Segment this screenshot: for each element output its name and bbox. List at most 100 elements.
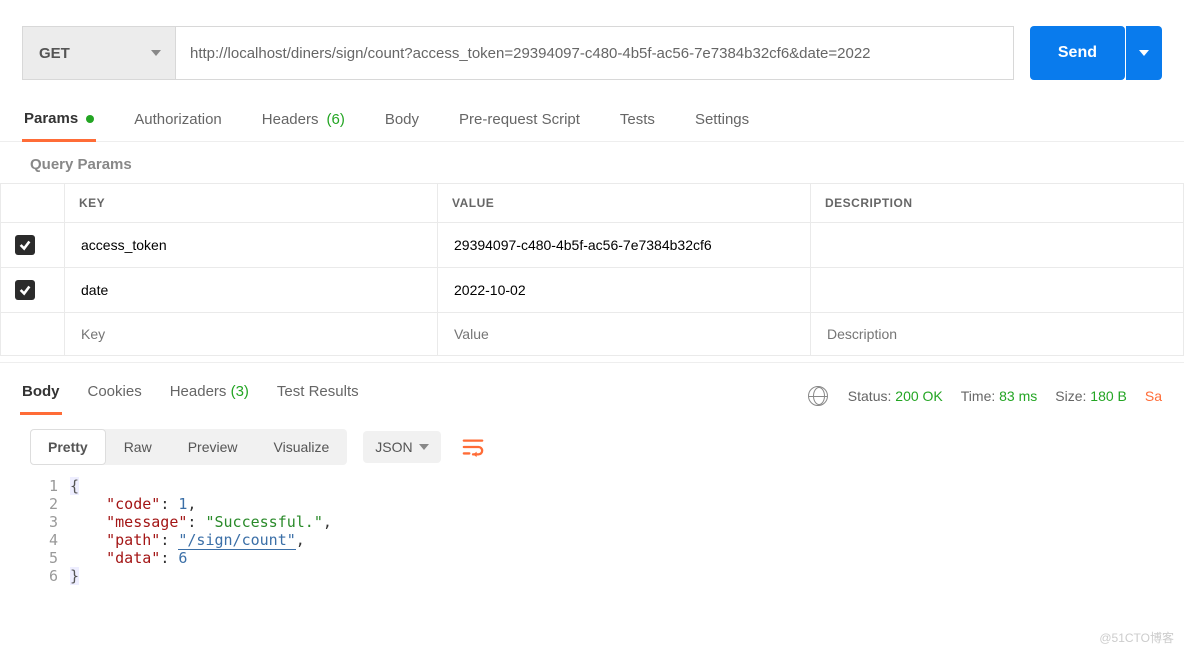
param-key-input[interactable] [79,236,423,254]
param-key-input[interactable] [79,325,423,343]
json-comma: , [187,495,196,513]
request-tabs: Params Authorization Headers (6) Body Pr… [0,92,1184,142]
json-colon: : [160,549,178,567]
tab-params[interactable]: Params [22,100,96,142]
resp-tab-headers[interactable]: Headers (3) [168,377,251,415]
col-description: DESCRIPTION [811,184,1184,223]
url-input[interactable] [176,26,1014,80]
line-number: 1 [40,477,70,495]
view-raw[interactable]: Raw [106,429,170,465]
row-checkbox[interactable] [15,235,35,255]
tab-settings[interactable]: Settings [693,100,751,141]
json-comma: , [296,531,305,549]
resp-tab-cookies[interactable]: Cookies [86,377,144,415]
brace-open: { [70,477,79,495]
json-colon: : [160,531,178,549]
query-params-title: Query Params [0,142,1184,183]
tab-pre-request-label: Pre-request Script [459,111,580,128]
tab-tests[interactable]: Tests [618,100,657,141]
save-response-button[interactable]: Sa [1145,388,1164,404]
send-button-label: Send [1058,44,1097,62]
json-key: "path" [106,531,160,549]
http-method-value: GET [39,45,70,62]
line-number: 3 [40,513,70,531]
line-number: 6 [40,567,70,585]
json-value: "Successful." [205,513,322,531]
status-label: Status: [848,388,892,404]
col-value: VALUE [438,184,811,223]
tab-headers-label: Headers [262,111,319,128]
param-description-input[interactable] [825,325,1169,343]
response-tabs: Body Cookies Headers (3) Test Results [20,377,808,415]
query-params-table: KEY VALUE DESCRIPTION [0,183,1184,356]
check-icon [18,238,32,252]
json-key: "code" [106,495,160,513]
line-number: 2 [40,495,70,513]
tab-headers[interactable]: Headers (6) [260,100,347,141]
param-key-input[interactable] [79,281,423,299]
wrap-lines-icon [462,437,484,457]
response-format-select[interactable]: JSON [363,431,440,463]
time-value: 83 ms [999,388,1037,404]
chevron-down-icon [151,50,161,56]
table-row [1,223,1184,268]
view-pretty[interactable]: Pretty [30,429,106,465]
param-value-input[interactable] [452,236,796,254]
view-preview[interactable]: Preview [170,429,256,465]
json-colon: : [160,495,178,513]
size-meta: Size: 180 B [1055,388,1127,404]
http-method-select[interactable]: GET [22,26,176,80]
size-value: 180 B [1090,388,1127,404]
resp-tab-body-label: Body [22,383,60,400]
row-checkbox[interactable] [15,280,35,300]
json-comma: , [323,513,332,531]
json-key: "data" [106,549,160,567]
modified-dot-icon [86,115,94,123]
tab-body-label: Body [385,111,419,128]
tab-tests-label: Tests [620,111,655,128]
view-visualize[interactable]: Visualize [256,429,348,465]
tab-params-label: Params [24,110,78,127]
view-mode-segment: Pretty Raw Preview Visualize [30,429,347,465]
status-value: 200 OK [895,388,942,404]
wrap-lines-button[interactable] [459,433,487,461]
check-icon [18,283,32,297]
resp-tab-cookies-label: Cookies [88,383,142,400]
line-number: 4 [40,531,70,549]
resp-tab-body[interactable]: Body [20,377,62,415]
tab-authorization-label: Authorization [134,111,222,128]
tab-body[interactable]: Body [383,100,421,141]
globe-icon[interactable] [808,386,828,406]
param-value-input[interactable] [452,325,796,343]
resp-tab-test-results[interactable]: Test Results [275,377,361,415]
table-row-new [1,313,1184,356]
send-dropdown[interactable] [1126,26,1162,80]
param-description-input[interactable] [825,236,1169,254]
response-body[interactable]: 1{ 2 "code": 1, 3 "message": "Successful… [0,469,1184,603]
tab-headers-count: (6) [326,111,344,128]
table-row [1,268,1184,313]
tab-pre-request[interactable]: Pre-request Script [457,100,582,141]
line-number: 5 [40,549,70,567]
json-value: 6 [178,549,187,567]
resp-tab-headers-count: (3) [231,383,249,400]
response-format-value: JSON [375,439,412,455]
resp-tab-test-results-label: Test Results [277,383,359,400]
chevron-down-icon [1139,50,1149,56]
resp-tab-headers-label: Headers [170,383,227,400]
json-key: "message" [106,513,187,531]
chevron-down-icon [419,444,429,450]
size-label: Size: [1055,388,1086,404]
brace-close: } [70,567,79,585]
json-value: "/sign/count" [178,531,295,550]
param-value-input[interactable] [452,281,796,299]
tab-settings-label: Settings [695,111,749,128]
send-button[interactable]: Send [1030,26,1125,80]
watermark: @51CTO博客 [1099,629,1174,646]
param-description-input[interactable] [825,281,1169,299]
json-colon: : [187,513,205,531]
time-meta: Time: 83 ms [961,388,1038,404]
tab-authorization[interactable]: Authorization [132,100,224,141]
time-label: Time: [961,388,995,404]
status-meta: Status: 200 OK [848,388,943,404]
